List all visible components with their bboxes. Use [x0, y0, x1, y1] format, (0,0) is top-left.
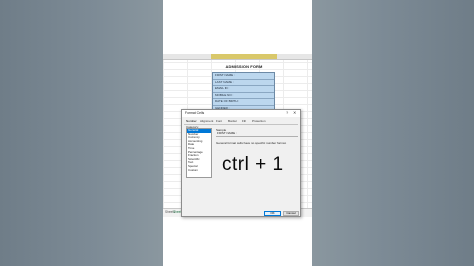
dialog-titlebar: Format Cells ? ✕: [182, 110, 300, 117]
close-icon[interactable]: ✕: [293, 110, 296, 115]
help-icon[interactable]: ?: [286, 110, 288, 115]
ok-button[interactable]: OK: [264, 211, 281, 216]
toolbar-area: [163, 0, 312, 56]
dialog-tabs: Number Alignment Font Border Fill Protec…: [184, 118, 298, 125]
tab-border[interactable]: Border: [228, 119, 237, 123]
tab-font[interactable]: Font: [216, 119, 222, 123]
cancel-button[interactable]: Cancel: [283, 211, 299, 216]
selected-column-header[interactable]: [211, 54, 277, 59]
dialog-title: Format Cells: [185, 111, 205, 115]
category-list[interactable]: General Number Currency Accounting Date …: [186, 128, 212, 178]
tab-protection[interactable]: Protection: [252, 119, 266, 123]
tab-alignment[interactable]: Alignment: [200, 119, 213, 123]
tab-fill[interactable]: Fill: [242, 119, 246, 123]
general-description: General format cells have no specific nu…: [216, 141, 287, 145]
tab-number[interactable]: Number: [186, 119, 197, 123]
status-area: [163, 217, 312, 266]
form-table[interactable]: FIRST NAME : LAST NAME : EMAIL ID : MOBI…: [212, 72, 275, 119]
sample-value: FIRST NAME :: [216, 131, 298, 137]
form-title: ADMISSION FORM: [225, 64, 263, 69]
category-item-custom[interactable]: Custom: [187, 168, 211, 173]
shortcut-overlay-text: ctrl + 1: [222, 154, 284, 175]
